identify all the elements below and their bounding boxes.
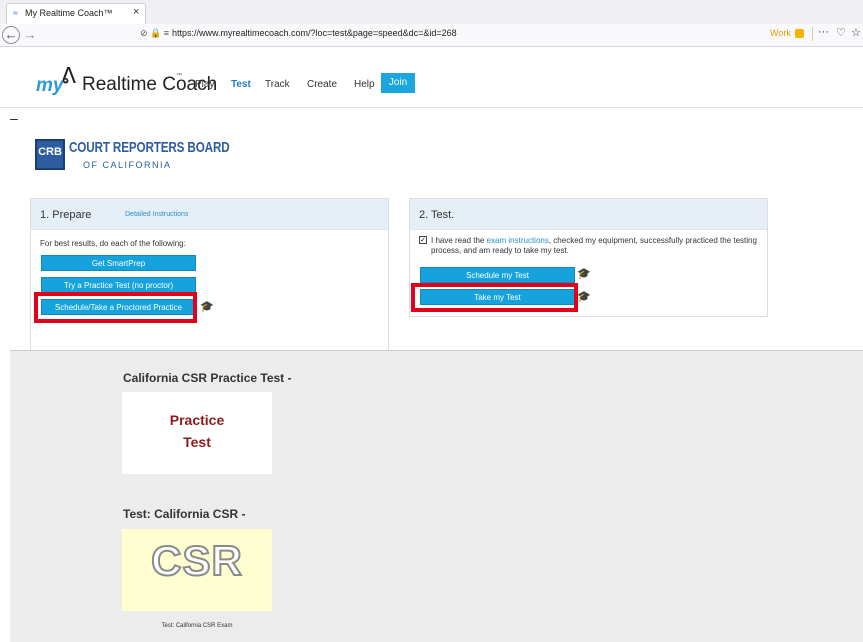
prepare-panel: 1. Prepare Detailed Instructions For bes…	[30, 198, 389, 354]
browser-nav-bar: ← → ⊘ 🔒 ≡ https://www.myrealtimecoach.co…	[0, 24, 863, 47]
join-button[interactable]: Join	[381, 73, 415, 93]
pocket-icon[interactable]: ♡	[836, 26, 846, 39]
back-icon[interactable]: ←	[2, 26, 20, 44]
ready-checkbox[interactable]: ✓	[419, 236, 427, 244]
practice-card-line1: Practice	[169, 412, 225, 428]
csr-test-card[interactable]: CSR	[122, 529, 272, 611]
crb-title: COURT REPORTERS BOARD	[69, 139, 230, 156]
test-acknowledgement: I have read the exam instructions, check…	[431, 236, 761, 256]
toolbar-divider	[812, 27, 813, 41]
crb-subtitle: OF CALIFORNIA	[83, 160, 172, 170]
csr-logo: CSR	[150, 536, 243, 585]
collapse-toggle[interactable]: –	[10, 110, 18, 126]
graduate-icon: 🎓	[577, 291, 591, 303]
bookmark-star-icon[interactable]: ☆	[851, 26, 861, 39]
highlight-box-proctored	[34, 292, 197, 323]
get-smartprep-button[interactable]: Get SmartPrep	[41, 255, 196, 271]
practice-test-card[interactable]: Practice Test	[122, 392, 272, 474]
nav-play[interactable]: Play	[195, 79, 214, 90]
nav-track[interactable]: Track	[265, 79, 290, 90]
logo-trademark: ™	[176, 73, 182, 79]
csr-test-caption: Test: California CSR Exam	[161, 623, 233, 629]
practice-test-heading: California CSR Practice Test -	[123, 371, 292, 385]
nav-test[interactable]: Test	[231, 79, 251, 90]
more-actions-icon[interactable]: ···	[818, 26, 829, 38]
test-title: 2. Test.	[419, 209, 455, 221]
forward-icon[interactable]: →	[21, 26, 39, 44]
highlight-box-take-test	[411, 283, 578, 312]
container-label[interactable]: Work	[770, 28, 791, 38]
address-bar[interactable]: ⊘ 🔒 ≡ https://www.myrealtimecoach.com/?l…	[140, 27, 765, 43]
prepare-intro: For best results, do each of the followi…	[40, 239, 186, 248]
ack-text-before: I have read the	[431, 236, 487, 245]
detailed-instructions-link[interactable]: Detailed Instructions	[125, 211, 188, 218]
browser-tab-strip: ≈ My Realtime Coach™ ×	[0, 0, 863, 25]
nav-create[interactable]: Create	[307, 79, 337, 90]
tab-title: My Realtime Coach™	[25, 8, 113, 18]
runner-logo-icon: ᕕ	[61, 63, 77, 88]
csr-test-heading: Test: California CSR -	[123, 507, 246, 521]
site-info-icon[interactable]: ⊘ 🔒 ≡	[140, 28, 169, 39]
crb-abbr: CRB	[38, 146, 62, 158]
exam-instructions-link[interactable]: exam instructions	[487, 236, 549, 245]
container-icon	[795, 29, 804, 38]
crb-logo-badge: CRB	[35, 139, 65, 170]
test-header: 2. Test.	[410, 199, 767, 230]
prepare-title: 1. Prepare	[40, 209, 92, 221]
schedule-my-test-button[interactable]: Schedule my Test	[420, 267, 575, 283]
nav-help[interactable]: Help	[354, 79, 375, 90]
close-tab-icon[interactable]: ×	[133, 6, 139, 18]
prepare-header: 1. Prepare Detailed Instructions	[31, 199, 388, 230]
graduate-icon: 🎓	[577, 268, 591, 280]
favicon-icon: ≈	[13, 8, 18, 18]
graduate-icon: 🎓	[200, 301, 214, 313]
practice-test-button[interactable]: Try a Practice Test (no proctor)	[41, 277, 196, 293]
url-text[interactable]: https://www.myrealtimecoach.com/?loc=tes…	[172, 28, 457, 38]
logo-my[interactable]: my	[36, 75, 63, 97]
browser-tab[interactable]: ≈ My Realtime Coach™ ×	[6, 3, 146, 24]
practice-card-line2: Test	[183, 434, 211, 450]
